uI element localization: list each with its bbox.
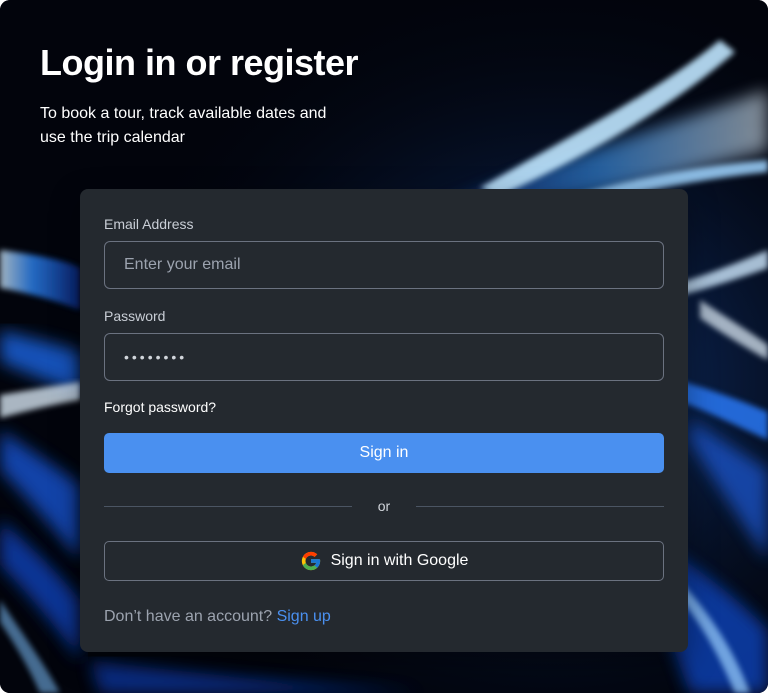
login-card: Email Address Password Forgot password? … bbox=[80, 189, 688, 652]
sign-in-button[interactable]: Sign in bbox=[104, 433, 664, 473]
page-title: Login in or register bbox=[40, 42, 359, 83]
signup-prompt: Don’t have an account? bbox=[104, 608, 277, 625]
password-label: Password bbox=[104, 308, 166, 324]
signup-row: Don’t have an account? Sign up bbox=[104, 607, 331, 627]
divider-line-left bbox=[104, 506, 352, 507]
google-sign-in-label: Sign in with Google bbox=[330, 552, 469, 569]
login-page: Login in or register To book a tour, tra… bbox=[0, 0, 768, 693]
forgot-password-link[interactable]: Forgot password? bbox=[104, 398, 216, 416]
page-subtitle: To book a tour, track available dates an… bbox=[40, 105, 327, 146]
google-logo-icon bbox=[300, 550, 322, 572]
email-field[interactable] bbox=[104, 241, 664, 289]
email-label: Email Address bbox=[104, 216, 194, 232]
divider-text: or bbox=[377, 498, 391, 514]
hero-section: Login in or register To book a tour, tra… bbox=[40, 40, 560, 150]
password-field[interactable] bbox=[104, 333, 664, 381]
google-sign-in-button[interactable]: Sign in with Google bbox=[104, 541, 664, 581]
divider-line-right bbox=[416, 506, 664, 507]
sign-up-link[interactable]: Sign up bbox=[277, 608, 331, 625]
